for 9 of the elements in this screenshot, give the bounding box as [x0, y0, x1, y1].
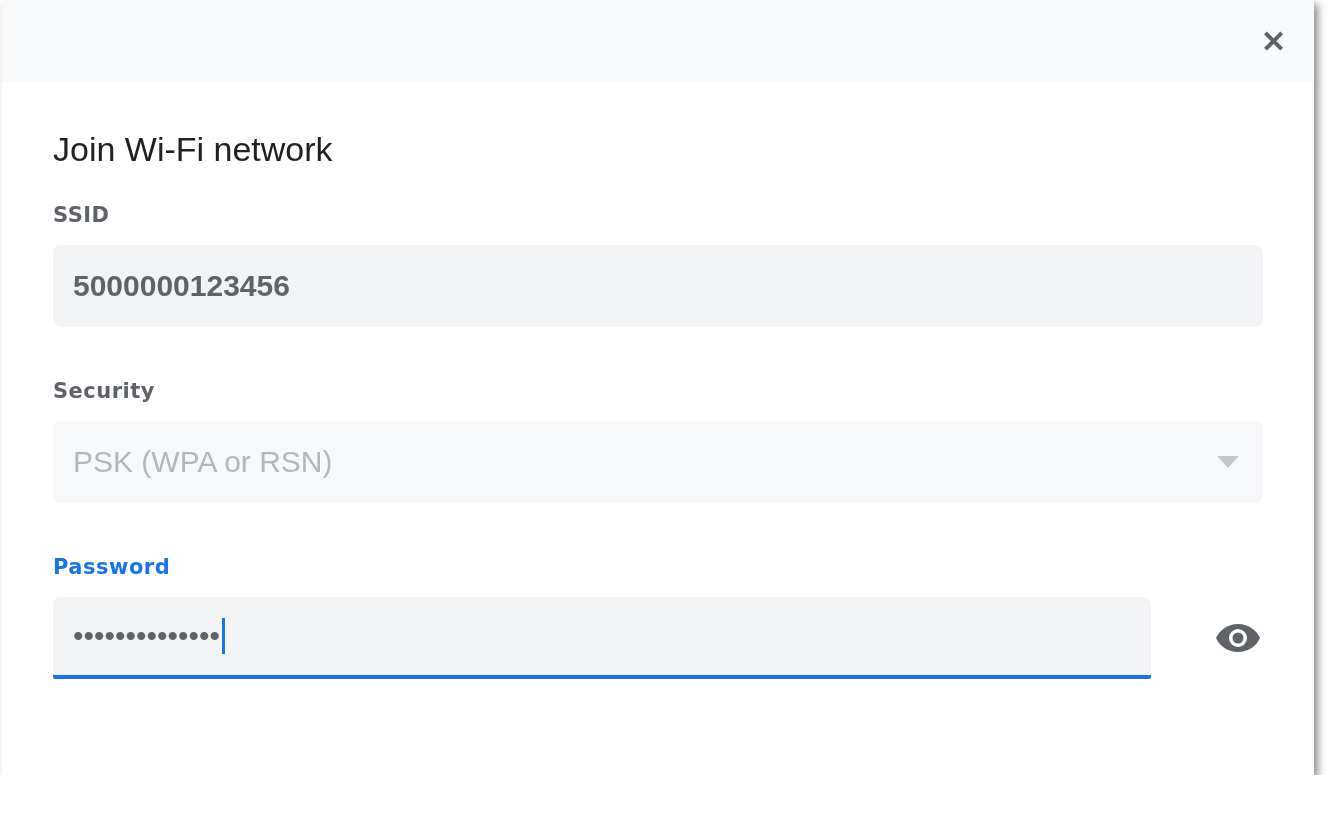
dropdown-arrow-icon — [1217, 456, 1239, 468]
field-label: SSID — [53, 203, 111, 227]
close-button[interactable]: ✕ — [1255, 23, 1292, 59]
field-label: Security — [53, 379, 157, 403]
show-password-eye-icon[interactable] — [1215, 623, 1261, 653]
field-label: Password — [53, 555, 172, 579]
dialog-title: Join Wi-Fi network — [53, 130, 334, 169]
password-field[interactable]: •••••••••••••• — [53, 597, 1151, 679]
ssid-field[interactable]: 5000000123456 — [53, 245, 1263, 327]
